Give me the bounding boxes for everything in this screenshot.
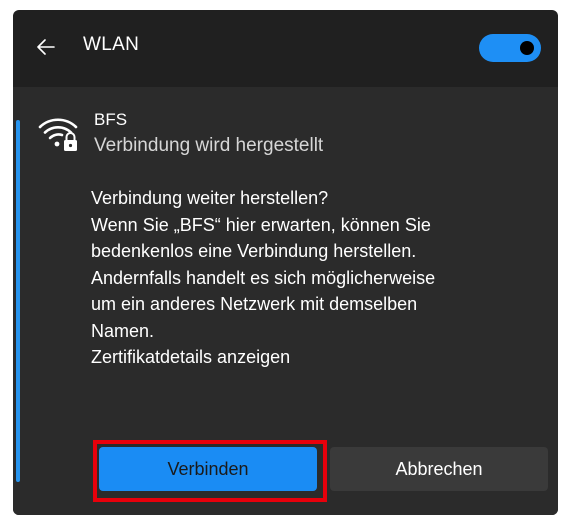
message-line: um ein anderes Netzwerk mit demselben	[91, 294, 418, 314]
toggle-knob	[520, 41, 534, 55]
selected-indicator	[16, 120, 20, 482]
back-button[interactable]	[31, 32, 61, 62]
connect-button[interactable]: Verbinden	[99, 447, 317, 491]
certificate-details-link[interactable]: Zertifikatdetails anzeigen	[91, 344, 541, 371]
confirmation-message: Verbindung weiter herstellen? Wenn Sie „…	[91, 185, 541, 371]
message-line: Wenn Sie „BFS“ hier erwarten, können Sie	[91, 214, 431, 235]
wifi-secured-icon	[38, 118, 78, 151]
page-title: WLAN	[83, 34, 140, 55]
message-line: Verbindung weiter herstellen?	[91, 188, 329, 208]
network-card: BFS Verbindung wird hergestellt Verbindu…	[13, 87, 558, 515]
message-line: Namen.	[91, 320, 155, 341]
network-name: BFS	[94, 110, 128, 129]
network-status: Verbindung wird hergestellt	[94, 135, 324, 156]
message-line: Andernfalls handelt es sich möglicherwei…	[91, 267, 436, 288]
cancel-button[interactable]: Abbrechen	[330, 447, 548, 491]
panel-header: WLAN	[13, 10, 558, 85]
arrow-left-icon	[37, 39, 55, 55]
wifi-toggle[interactable]	[479, 34, 541, 62]
wifi-panel: WLAN BFS Verbindung wird hergestellt Ver…	[13, 10, 558, 515]
message-line: bedenkenlos eine Verbindung herstellen.	[91, 241, 417, 261]
